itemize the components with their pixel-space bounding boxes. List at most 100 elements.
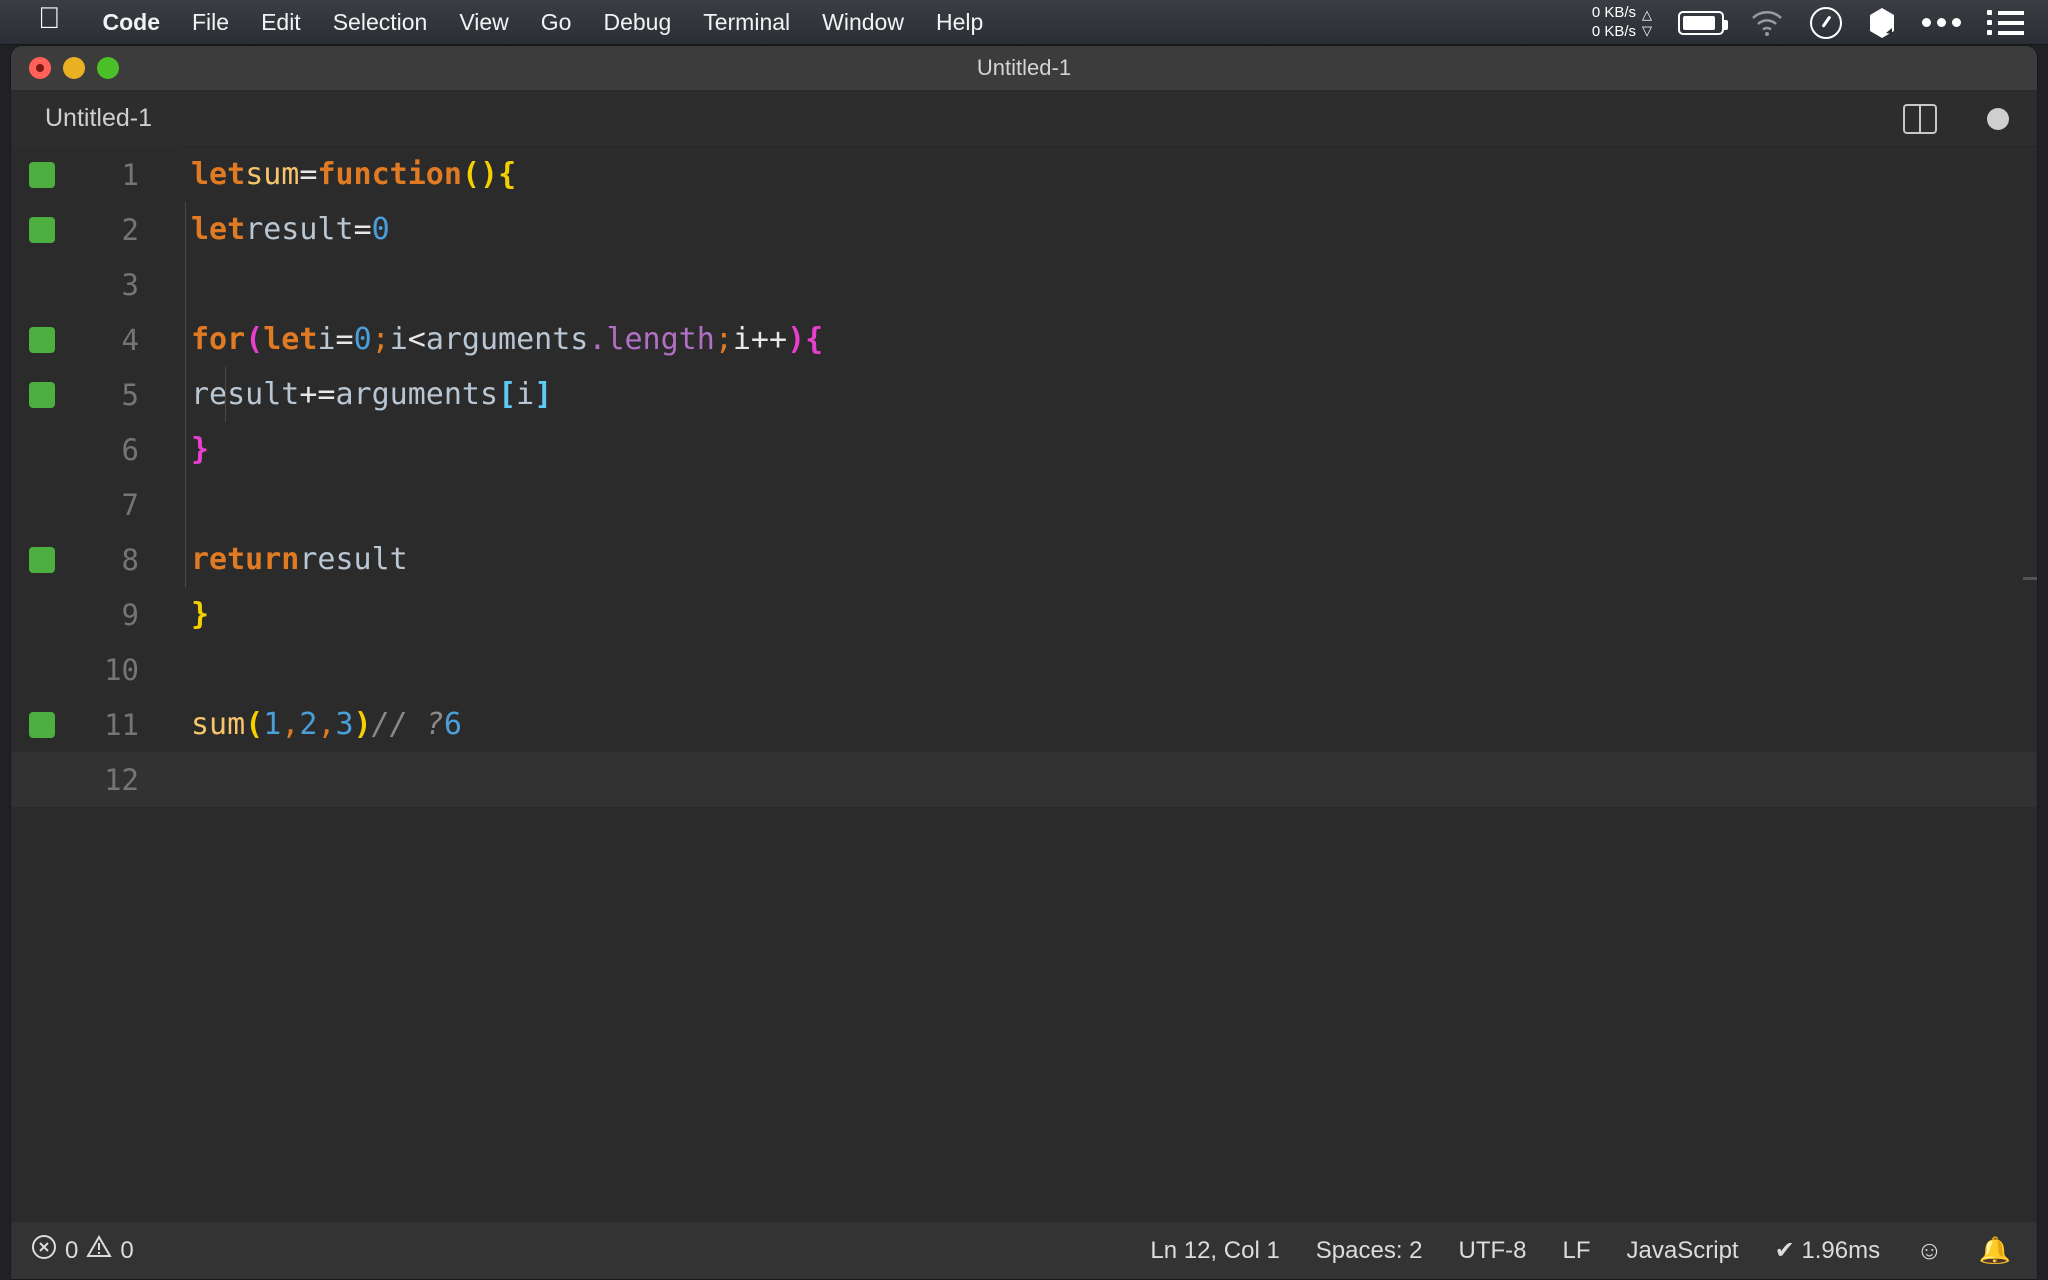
line-content[interactable]: let sum = function() { <box>145 147 2037 202</box>
line-content[interactable]: return result <box>145 532 2037 587</box>
line-content[interactable] <box>145 752 2037 807</box>
editor-line[interactable]: 11 sum(1, 2, 3) // ? 6 <box>11 697 2037 752</box>
menu-item-window[interactable]: Window <box>806 9 920 36</box>
indent-guide <box>185 532 186 587</box>
menu-item-selection[interactable]: Selection <box>317 9 444 36</box>
line-content[interactable]: let result = 0 <box>145 202 2037 257</box>
eol-sequence[interactable]: LF <box>1563 1237 1591 1265</box>
editor-line[interactable]: 4 for(let i = 0; i < arguments. length; i… <box>11 312 2037 367</box>
token-operator: < <box>407 322 426 357</box>
status-bar: 0 0 Ln 12, Col 1 Spaces: 2 UTF-8 LF Java… <box>11 1221 2037 1279</box>
token-brace-close: } <box>191 432 210 467</box>
line-number: 1 <box>121 157 139 192</box>
menu-item-terminal[interactable]: Terminal <box>687 9 806 36</box>
token-inline-result: 6 <box>443 707 462 742</box>
run-marker-gutter[interactable] <box>11 216 73 243</box>
editor-line[interactable]: 10 <box>11 642 2037 697</box>
token-number: 2 <box>299 707 318 742</box>
menu-item-debug[interactable]: Debug <box>587 9 687 36</box>
run-marker-gutter[interactable] <box>11 711 73 738</box>
problems-indicator[interactable]: 0 0 <box>31 1234 134 1267</box>
line-content[interactable] <box>145 477 2037 532</box>
line-number: 6 <box>121 432 139 467</box>
code-editor[interactable]: 1 let sum = function() { 2 let result = … <box>11 147 2037 1212</box>
run-marker-icon[interactable] <box>29 546 55 573</box>
token-semicolon: ; <box>714 322 733 357</box>
token-return-keyword: return <box>191 542 300 577</box>
editor-line[interactable]: 6 } <box>11 422 2037 477</box>
network-speed-indicator[interactable]: 0 KB/s 0 KB/s △ ▽ <box>1592 4 1652 42</box>
token-bracket-close: ] <box>534 377 553 412</box>
editor-line[interactable]: 5 result += arguments[i] <box>11 367 2037 422</box>
token-dot: . <box>588 322 607 357</box>
execution-time[interactable]: ✔ 1.96ms <box>1775 1236 1880 1265</box>
line-content[interactable]: } <box>145 587 2037 642</box>
token-brace-open: { <box>805 322 824 357</box>
window-title: Untitled-1 <box>976 55 1072 80</box>
line-content[interactable]: for(let i = 0; i < arguments. length; i++… <box>145 312 2037 367</box>
line-content[interactable]: result += arguments[i] <box>145 367 2037 422</box>
token-number: 0 <box>353 322 372 357</box>
run-marker-gutter[interactable] <box>11 326 73 353</box>
menubar-status-area: 0 KB/s 0 KB/s △ ▽ <box>1592 0 2024 45</box>
run-marker-icon[interactable] <box>29 326 55 353</box>
indent-guide <box>185 312 186 367</box>
token-for-keyword: for <box>191 322 246 357</box>
menu-item-file[interactable]: File <box>176 9 245 36</box>
token-arguments: arguments <box>335 377 499 412</box>
editor-line[interactable]: 1 let sum = function() { <box>11 147 2037 202</box>
notifications-bell-icon[interactable]: 🔔 <box>1979 1235 2011 1266</box>
menu-item-edit[interactable]: Edit <box>245 9 317 36</box>
token-semicolon: ; <box>371 322 390 357</box>
run-marker-gutter[interactable] <box>11 546 73 573</box>
feedback-smiley-icon[interactable]: ☺ <box>1916 1235 1943 1266</box>
list-icon[interactable] <box>1987 10 2024 35</box>
token-operator: += <box>299 377 336 412</box>
run-marker-icon[interactable] <box>29 161 55 188</box>
token-variable: result <box>299 542 408 577</box>
run-marker-gutter[interactable] <box>11 381 73 408</box>
editor-line-active[interactable]: 12 <box>11 752 2037 807</box>
menu-item-help[interactable]: Help <box>920 9 999 36</box>
line-content[interactable]: } <box>145 422 2037 477</box>
indentation[interactable]: Spaces: 2 <box>1316 1237 1423 1265</box>
token-arguments: arguments <box>425 322 589 357</box>
tab-untitled-1[interactable]: Untitled-1 <box>11 90 180 147</box>
cube-icon[interactable] <box>1868 7 1896 39</box>
more-dots-icon[interactable] <box>1922 18 1961 27</box>
run-marker-icon[interactable] <box>29 381 55 408</box>
token-comment: // ? <box>371 707 444 742</box>
token-operator: = <box>299 157 318 192</box>
run-marker-icon[interactable] <box>29 711 55 738</box>
editor-line[interactable]: 8 return result <box>11 532 2037 587</box>
editor-line[interactable]: 9 } <box>11 587 2037 642</box>
editor-line[interactable]: 2 let result = 0 <box>11 202 2037 257</box>
cursor-position[interactable]: Ln 12, Col 1 <box>1150 1237 1279 1265</box>
apple-icon[interactable]:  <box>38 4 61 34</box>
token-increment: i++ <box>732 322 788 357</box>
token-bracket-open: [ <box>498 377 517 412</box>
line-content[interactable]: sum(1, 2, 3) // ? 6 <box>145 697 2037 752</box>
scrollbar-marker[interactable] <box>2023 577 2037 580</box>
run-marker-icon[interactable] <box>29 216 55 243</box>
run-marker-gutter[interactable] <box>11 161 73 188</box>
editor-line[interactable]: 3 <box>11 257 2037 312</box>
token-variable: i <box>516 377 535 412</box>
token-keyword: let <box>191 212 246 247</box>
line-content[interactable] <box>145 257 2037 312</box>
language-mode[interactable]: JavaScript <box>1627 1237 1739 1265</box>
window-titlebar: Untitled-1 <box>11 46 2037 91</box>
wifi-icon[interactable] <box>1750 10 1784 36</box>
encoding[interactable]: UTF-8 <box>1459 1237 1527 1265</box>
token-function-name: sum <box>245 157 300 192</box>
menu-item-code[interactable]: Code <box>87 9 177 36</box>
control-center-icon[interactable] <box>1810 6 1842 39</box>
line-number: 8 <box>121 542 139 577</box>
menu-item-go[interactable]: Go <box>525 9 588 36</box>
battery-icon[interactable] <box>1678 10 1728 35</box>
menu-item-view[interactable]: View <box>443 9 524 36</box>
split-editor-icon[interactable] <box>1903 103 1937 134</box>
editor-line[interactable]: 7 <box>11 477 2037 532</box>
unsaved-indicator-icon[interactable] <box>1987 107 2009 130</box>
line-content[interactable] <box>145 642 2037 697</box>
